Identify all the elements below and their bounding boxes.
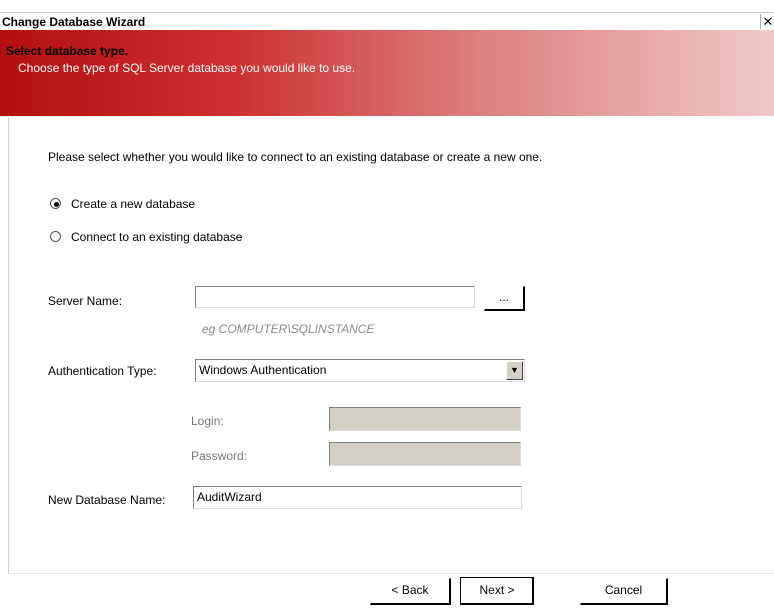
radio-create-new-database[interactable]: Create a new database (50, 196, 270, 212)
browse-server-button[interactable]: ... (484, 286, 525, 311)
authentication-type-label: Authentication Type: (48, 364, 157, 378)
title-bar: Change Database Wizard ✕ (0, 12, 774, 31)
radio-label: Connect to an existing database (71, 230, 243, 244)
next-button[interactable]: Next > (460, 577, 534, 605)
password-label: Password: (191, 449, 248, 463)
radio-button[interactable] (50, 198, 61, 209)
window-title: Change Database Wizard (2, 15, 146, 29)
server-name-hint: eg COMPUTER\SQLINSTANCE (202, 322, 375, 336)
server-name-input[interactable] (195, 286, 475, 308)
login-label: Login: (191, 414, 224, 428)
back-button[interactable]: < Back (370, 578, 451, 605)
login-field[interactable] (329, 407, 521, 431)
radio-label: Create a new database (71, 197, 196, 211)
instruction-text: Please select whether you would like to … (48, 150, 543, 164)
new-database-name-input[interactable]: AuditWizard (193, 486, 522, 509)
banner-subheading: Choose the type of SQL Server database y… (18, 61, 356, 75)
cancel-button[interactable]: Cancel (580, 578, 668, 605)
wizard-banner: Select database type. Choose the type of… (0, 30, 774, 116)
chevron-down-icon[interactable]: ▼ (506, 361, 523, 380)
password-field[interactable] (329, 442, 521, 466)
new-database-name-label: New Database Name: (48, 493, 166, 507)
close-icon: ✕ (762, 14, 774, 29)
authentication-type-value: Windows Authentication (199, 363, 327, 377)
authentication-type-select[interactable]: Windows Authentication ▼ (195, 359, 525, 382)
wizard-content: Please select whether you would like to … (8, 117, 774, 574)
banner-heading: Select database type. (6, 44, 129, 58)
radio-connect-existing-database[interactable]: Connect to an existing database (50, 229, 310, 245)
radio-selected-dot (54, 202, 59, 207)
close-button[interactable]: ✕ (760, 14, 774, 29)
radio-button[interactable] (50, 231, 61, 242)
server-name-label: Server Name: (48, 294, 123, 308)
